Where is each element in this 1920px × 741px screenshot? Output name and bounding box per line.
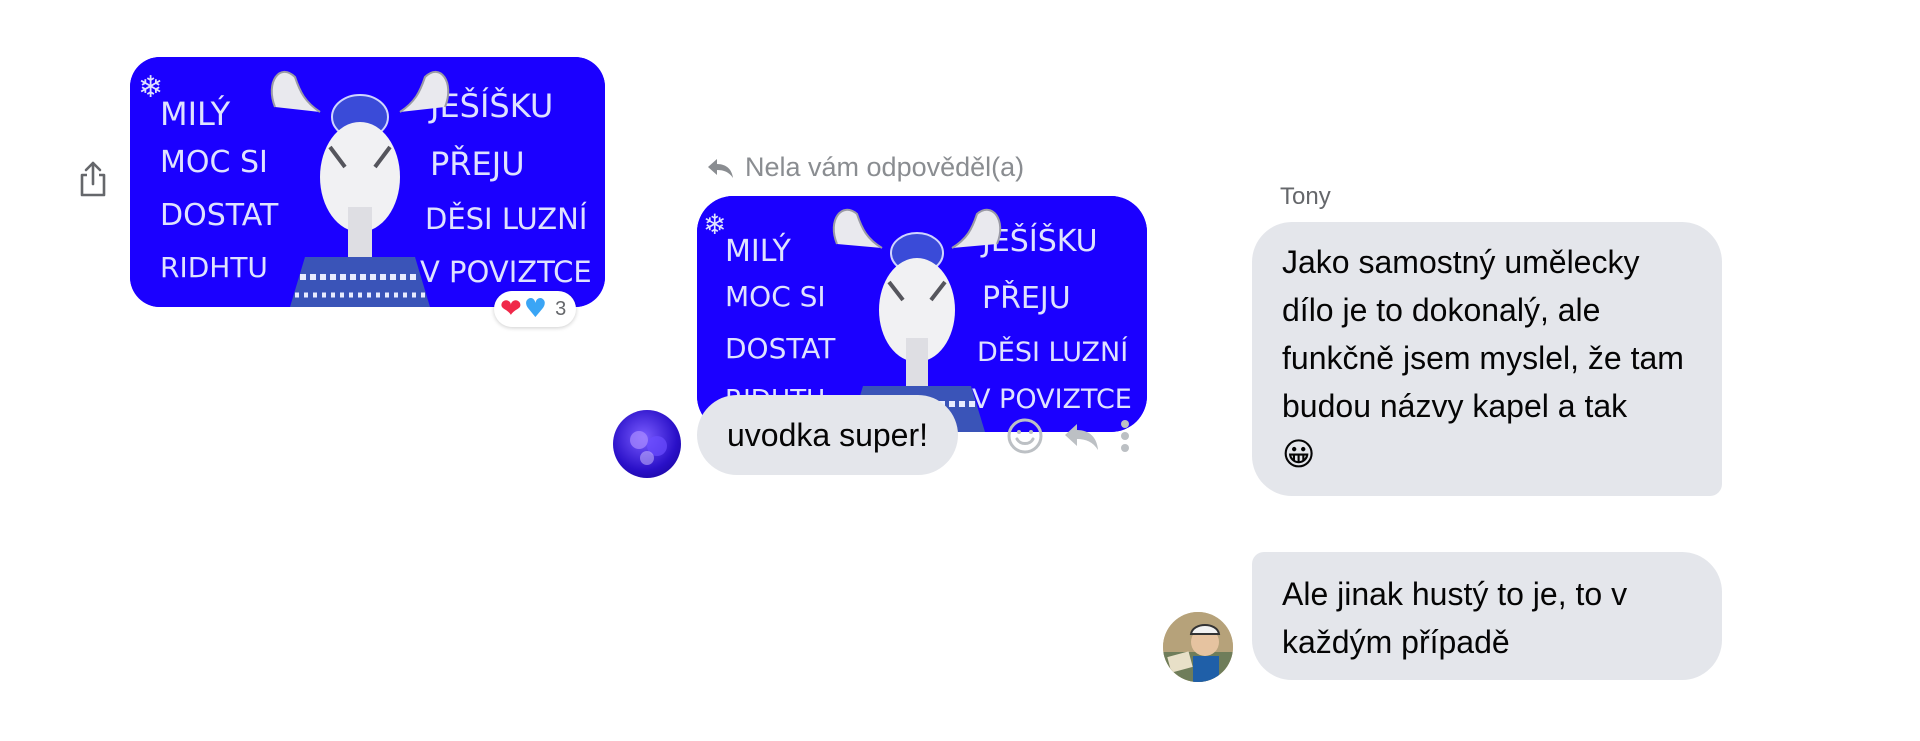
- svg-text:❄: ❄: [138, 70, 163, 105]
- share-icon[interactable]: [78, 160, 108, 198]
- image-text-line2-right: PŘEJU: [430, 145, 525, 183]
- reply-header: Nela vám odpověděl(a): [705, 152, 1024, 183]
- avatar-tony[interactable]: [1163, 612, 1233, 682]
- heart-blue-icon: ♥: [523, 294, 548, 324]
- quoted-text-line3-right: DĚSI LUZNÍ: [977, 336, 1128, 368]
- reply-message-bubble[interactable]: uvodka super!: [697, 395, 959, 475]
- tony-message-1-text: Jako samostný umělecky dílo je to dokona…: [1282, 244, 1684, 424]
- tony-message-1[interactable]: Jako samostný umělecky dílo je to dokona…: [1252, 222, 1722, 496]
- message-actions: [1006, 417, 1132, 455]
- image-text-line4-right: V POVIZTCE: [420, 255, 592, 289]
- more-vertical-icon[interactable]: [1118, 418, 1132, 454]
- quoted-text-line3-left: DOSTAT: [725, 332, 836, 365]
- tony-message-2[interactable]: Ale jinak hustý to je, to v každým přípa…: [1252, 552, 1722, 680]
- reply-header-text: Nela vám odpověděl(a): [745, 152, 1025, 182]
- quoted-text-line2-left: MOC SI: [725, 280, 826, 313]
- image-text-line1-left: MILÝ: [160, 95, 231, 133]
- quoted-text-line2-right: PŘEJU: [982, 280, 1071, 316]
- quoted-text-line1-left: MILÝ: [725, 233, 791, 269]
- reply-message-text: uvodka super!: [727, 417, 929, 453]
- image-text-line3-right: DĚSI LUZNÍ: [425, 202, 587, 236]
- avatar-nela[interactable]: [613, 410, 681, 478]
- reaction-count: 3: [555, 297, 567, 320]
- reply-arrow-icon: [708, 158, 733, 178]
- quoted-text-line4-right: V POVIZTCE: [972, 384, 1132, 415]
- smiley-icon[interactable]: [1006, 417, 1044, 455]
- sender-name-tony: Tony: [1280, 183, 1331, 210]
- reply-icon[interactable]: [1062, 420, 1100, 452]
- tony-message-2-text: Ale jinak hustý to je, to v každým přípa…: [1282, 576, 1628, 660]
- reaction-summary[interactable]: ❤ ♥ 3: [494, 291, 577, 327]
- svg-text:❄: ❄: [703, 208, 726, 241]
- image-text-line2-left: MOC SI: [160, 145, 268, 180]
- christmas-card-image: MILÝ JEŠÍŠKU MOC SI PŘEJU DOSTAT DĚSI LU…: [130, 57, 605, 307]
- image-text-line3-left: DOSTAT: [160, 198, 279, 233]
- heart-red-icon: ❤: [500, 294, 522, 324]
- image-text-line4-left: RIDHTU: [160, 251, 268, 284]
- grinning-emoji: 😀: [1282, 435, 1316, 473]
- shared-image-card[interactable]: MILÝ JEŠÍŠKU MOC SI PŘEJU DOSTAT DĚSI LU…: [130, 57, 605, 307]
